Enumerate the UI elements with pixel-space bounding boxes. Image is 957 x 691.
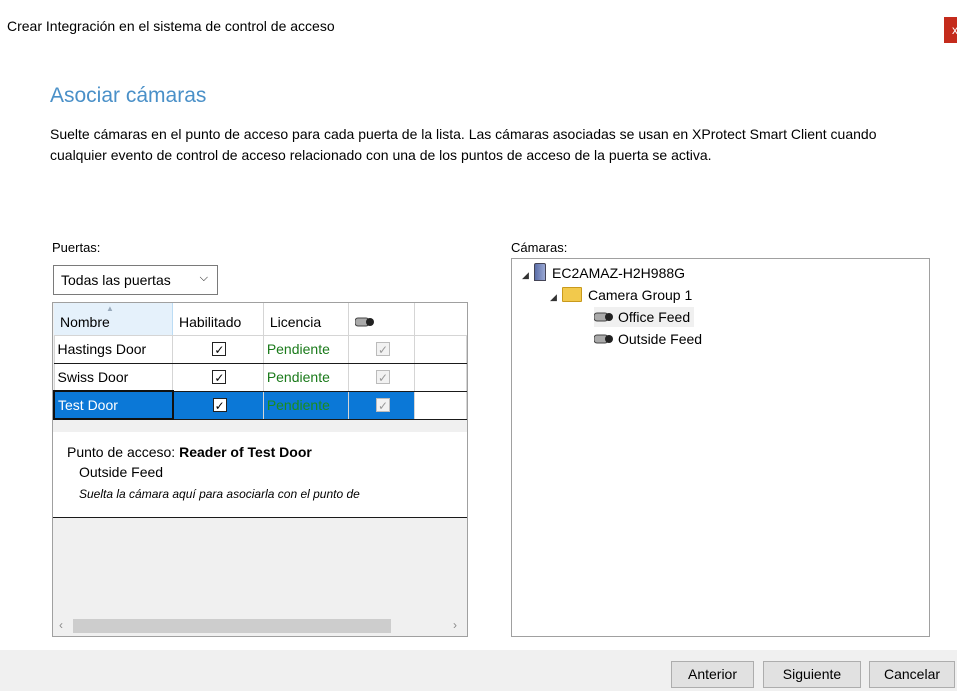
camera-icon: [354, 317, 374, 326]
tree-node-group[interactable]: ◢ Camera Group 1: [550, 285, 692, 305]
enabled-checkbox[interactable]: ✓: [212, 342, 227, 357]
column-header-filler: [414, 303, 467, 336]
wizard-window: Crear Integración en el sistema de contr…: [0, 0, 957, 691]
access-point-name: Reader of Test Door: [179, 444, 312, 460]
access-point-line: Punto de acceso: Reader of Test Door: [67, 444, 312, 460]
filler-cell: [414, 362, 467, 392]
tree-node-camera[interactable]: Outside Feed: [594, 329, 702, 349]
expand-triangle-icon[interactable]: ◢: [550, 287, 562, 307]
scrollbar-thumb[interactable]: [73, 619, 391, 633]
cancel-button[interactable]: Cancelar: [869, 661, 955, 688]
door-name[interactable]: Swiss Door: [53, 362, 173, 392]
enabled-cell: ✓: [172, 362, 264, 392]
sort-ascending-icon: ▲: [106, 304, 114, 313]
enabled-cell: ✓: [172, 390, 264, 420]
cameras-tree: ◢ EC2AMAZ-H2H988G ◢ Camera Group 1 Office …: [511, 258, 930, 637]
horizontal-scrollbar[interactable]: ‹ ›: [53, 616, 467, 636]
page-description: Suelte cámaras en el punto de acceso par…: [50, 126, 877, 163]
table-row-selected[interactable]: Test Door ✓ Pendiente ✓: [53, 390, 467, 420]
doors-grid: ▲ Nombre Habilitado Licencia Hastings Do…: [52, 302, 468, 637]
access-point-prefix: Punto de acceso:: [67, 444, 176, 460]
scroll-right-icon[interactable]: ›: [453, 618, 457, 632]
license-status: Pendiente: [262, 362, 349, 392]
folder-icon: [562, 287, 582, 302]
next-button[interactable]: Siguiente: [763, 661, 861, 688]
server-icon: [534, 263, 546, 281]
tree-node-camera[interactable]: Office Feed: [594, 307, 695, 327]
table-row[interactable]: Hastings Door ✓ Pendiente ✓: [53, 334, 467, 364]
table-row[interactable]: Swiss Door ✓ Pendiente ✓: [53, 362, 467, 392]
cameras-label: Cámaras:: [511, 240, 568, 255]
camera-checkbox: ✓: [376, 342, 390, 357]
access-point-drop-zone[interactable]: Punto de acceso: Reader of Test Door Out…: [53, 432, 467, 518]
column-header-license[interactable]: Licencia: [263, 303, 349, 336]
camera-label: Outside Feed: [618, 331, 703, 347]
doors-filter-select[interactable]: Todas las puertas ⌵: [53, 265, 218, 295]
column-header-camera[interactable]: [348, 303, 416, 336]
column-header-enabled[interactable]: Habilitado: [172, 303, 264, 336]
door-name[interactable]: Hastings Door: [53, 334, 173, 364]
filler-cell: [414, 390, 467, 420]
page-heading: Asociar cámaras: [50, 84, 207, 107]
doors-label: Puertas:: [52, 240, 101, 255]
camera-checkbox: ✓: [376, 370, 390, 385]
doors-table: ▲ Nombre Habilitado Licencia Hastings Do…: [53, 303, 467, 420]
enabled-cell: ✓: [172, 334, 264, 364]
expand-triangle-icon[interactable]: ◢: [522, 265, 534, 285]
camera-cell: ✓: [347, 390, 416, 420]
license-status: Pendiente: [262, 390, 349, 420]
enabled-checkbox[interactable]: ✓: [212, 370, 227, 385]
enabled-checkbox[interactable]: ✓: [212, 398, 227, 413]
associated-camera[interactable]: Outside Feed: [79, 464, 163, 480]
footer-bar: Anterior Siguiente Cancelar: [0, 650, 957, 691]
drop-hint: Suelta la cámara aquí para asociarla con…: [79, 487, 360, 501]
door-name[interactable]: Test Door: [53, 390, 174, 420]
camera-icon: [594, 334, 613, 344]
camera-cell: ✓: [347, 334, 416, 364]
license-status: Pendiente: [262, 334, 349, 364]
scroll-left-icon[interactable]: ‹: [59, 618, 63, 632]
doors-filter-value: Todas las puertas: [61, 272, 171, 288]
server-label: EC2AMAZ-H2H988G: [552, 265, 686, 281]
filler-cell: [414, 334, 467, 364]
camera-checkbox: ✓: [376, 398, 390, 413]
close-button[interactable]: x: [944, 17, 957, 43]
tree-node-server[interactable]: ◢ EC2AMAZ-H2H988G: [522, 263, 685, 283]
camera-cell: ✓: [347, 362, 416, 392]
camera-label: Office Feed: [618, 309, 691, 325]
chevron-down-icon: ⌵: [199, 272, 208, 284]
back-button[interactable]: Anterior: [671, 661, 754, 688]
column-header-name[interactable]: ▲ Nombre: [54, 303, 173, 336]
window-title: Crear Integración en el sistema de contr…: [7, 18, 335, 34]
group-label: Camera Group 1: [588, 287, 693, 303]
camera-icon: [594, 312, 613, 322]
